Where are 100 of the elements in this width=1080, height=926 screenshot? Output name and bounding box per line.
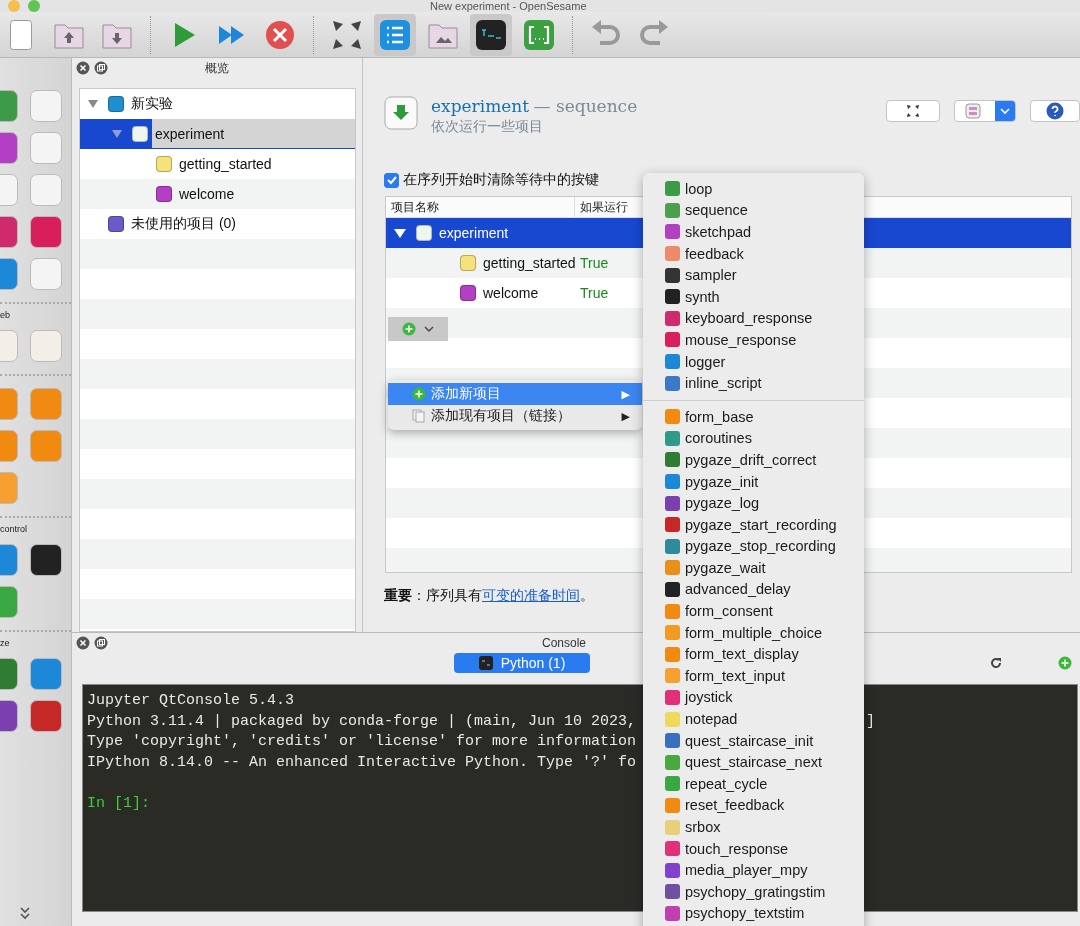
tree-item[interactable]: getting_started	[80, 149, 355, 179]
item-tile-icon[interactable]	[30, 544, 62, 576]
add-icon[interactable]	[1058, 656, 1072, 670]
section-label: control	[0, 524, 28, 534]
console-button[interactable]	[470, 13, 512, 56]
menu-item[interactable]: form_base	[643, 405, 864, 428]
document-icon	[10, 19, 32, 50]
menu-item[interactable]: form_text_display	[643, 643, 864, 666]
menu-item[interactable]: inline_script	[643, 372, 864, 394]
column-header[interactable]: 项目名称	[386, 197, 575, 217]
close-icon[interactable]	[76, 636, 90, 650]
console-line: ]	[866, 711, 875, 732]
menu-item[interactable]: quest_staircase_init	[643, 729, 864, 752]
chevron-down-icon	[1000, 107, 1010, 115]
maximize-button[interactable]	[886, 100, 940, 122]
help-icon	[1046, 102, 1064, 120]
fullscreen-icon	[906, 104, 920, 118]
menu-item[interactable]: srbox	[643, 816, 864, 838]
item-icon	[460, 255, 476, 271]
menu-item[interactable]: reset_feedback	[643, 794, 864, 817]
copy-icon	[412, 409, 426, 423]
panel-title: Console	[542, 636, 587, 650]
item-tile-icon[interactable]	[30, 330, 62, 362]
panel-title: 概览	[205, 59, 229, 77]
menu-item[interactable]: media_player_mpy	[643, 859, 864, 881]
float-icon[interactable]	[94, 636, 108, 650]
item-tile-icon[interactable]	[30, 430, 62, 462]
run-if-cell[interactable]: True	[580, 285, 609, 301]
item-tile-icon[interactable]	[30, 90, 62, 122]
item-name-cell[interactable]: welcome	[386, 285, 580, 301]
menu-item[interactable]: feedback	[643, 242, 864, 265]
menu-item[interactable]: 添加新项目 ▶	[388, 383, 642, 405]
menu-item[interactable]: notepad	[643, 708, 864, 730]
menu-item[interactable]: repeat_cycle	[643, 773, 864, 795]
item-name-cell[interactable]: getting_started	[386, 255, 580, 271]
menu-item[interactable]: pygaze_drift_correct	[643, 449, 864, 471]
tree-item[interactable]: experiment	[80, 119, 355, 149]
add-icon	[402, 322, 416, 336]
overview-button[interactable]	[374, 13, 416, 56]
console-line: In [1]:	[87, 794, 150, 812]
item-name[interactable]: experiment	[431, 96, 530, 116]
tree-item[interactable]: 新实验	[80, 89, 355, 119]
item-tile-icon[interactable]	[30, 216, 62, 248]
item-name: welcome	[483, 285, 539, 301]
menu-item[interactable]: psychopy_gratingstim	[643, 881, 864, 903]
terminal-icon	[478, 656, 493, 670]
item-name: getting_started	[483, 255, 576, 271]
restart-icon[interactable]	[989, 656, 1003, 670]
close-icon[interactable]	[76, 61, 90, 75]
item-tile-icon[interactable]	[30, 658, 62, 690]
menu-item[interactable]: pygaze_stop_recording	[643, 535, 864, 558]
item-description: 依次运行一些项目	[431, 118, 544, 136]
item-icon	[416, 225, 432, 241]
menu-item[interactable]: loop	[643, 178, 864, 200]
menu-item[interactable]: form_multiple_choice	[643, 621, 864, 644]
view-button[interactable]	[954, 100, 1016, 122]
menu-item[interactable]: psychopy_textstim	[643, 902, 864, 925]
item-tile-icon[interactable]	[30, 258, 62, 290]
double-chevron-icon[interactable]	[18, 906, 32, 920]
console-line: Type 'copyright', 'credits' or 'license' for more information	[87, 733, 637, 750]
menu-item[interactable]: advanced_delay	[643, 578, 864, 601]
menu-item[interactable]: form_consent	[643, 600, 864, 622]
menu-item[interactable]: logger	[643, 350, 864, 373]
tree-item[interactable]: 未使用的项目 (0)	[80, 209, 355, 239]
item-tile-icon[interactable]	[30, 388, 62, 420]
note-text: 重要：序列具有可变的准备时间。	[384, 587, 594, 605]
menu-item[interactable]: touch_response	[643, 837, 864, 860]
help-button[interactable]	[1030, 100, 1080, 122]
menu-item[interactable]: 添加现有项目（链接） ▶	[388, 405, 642, 427]
menu-item[interactable]: sequence	[643, 199, 864, 222]
item-tile-icon[interactable]	[30, 132, 62, 164]
zoom-icon[interactable]	[28, 0, 40, 12]
run-if-cell[interactable]: True	[580, 255, 609, 271]
preparation-time-link[interactable]: 可变的准备时间	[482, 587, 580, 603]
menu-item[interactable]: sampler	[643, 264, 864, 286]
menu-item[interactable]: pygaze_start_recording	[643, 513, 864, 536]
menu-item[interactable]: pygaze_wait	[643, 557, 864, 579]
menu-item[interactable]: joystick	[643, 686, 864, 709]
float-icon[interactable]	[94, 61, 108, 75]
chevron-down-icon	[424, 325, 434, 333]
tree-item[interactable]: welcome	[80, 179, 355, 209]
menu-item[interactable]: quest_staircase_next	[643, 751, 864, 774]
menu-item[interactable]: mouse_response	[643, 329, 864, 351]
console-tab[interactable]: Python (1)	[454, 653, 590, 673]
menu-item[interactable]: pygaze_log	[643, 492, 864, 514]
item-tile-icon[interactable]	[30, 174, 62, 206]
menu-item[interactable]: pygaze_init	[643, 470, 864, 493]
menu-item[interactable]: coroutines	[643, 427, 864, 450]
menu-item[interactable]: sketchpad	[643, 221, 864, 243]
expand-arrow-icon[interactable]	[394, 227, 406, 239]
menu-item[interactable]: synth	[643, 285, 864, 308]
checkmark-icon	[385, 174, 398, 186]
expand-arrow-icon[interactable]	[88, 99, 98, 109]
column-header[interactable]: 如果运行	[575, 197, 628, 217]
menu-item[interactable]: form_text_input	[643, 665, 864, 687]
item-icon	[156, 186, 172, 202]
console-line: Jupyter QtConsole 5.4.3	[87, 692, 295, 709]
item-tile-icon[interactable]	[30, 700, 62, 732]
section-label: ze	[0, 638, 11, 648]
window-title: New experiment - OpenSesame	[430, 0, 587, 12]
